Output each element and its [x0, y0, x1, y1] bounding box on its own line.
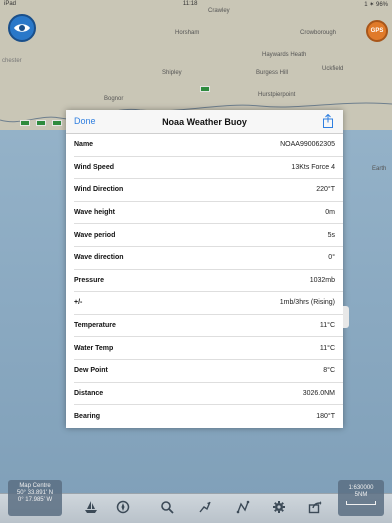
detail-value: 1032mb [309, 276, 335, 284]
detail-row-name: Name NOAA990062305 [74, 134, 343, 157]
detail-row-distance: Distance 3026.0NM [74, 383, 343, 406]
detail-row-pressure: Pressure 1032mb [74, 270, 343, 293]
detail-label: Distance [74, 389, 104, 397]
map-centre-lon: 0° 17.985' W [17, 497, 53, 503]
road-sign [52, 120, 62, 126]
map-centre-title: Map Centre [19, 483, 51, 489]
buoy-info-dialog: Done Noaa Weather Buoy Name NOAA99006230… [66, 110, 343, 428]
route-icon [199, 501, 211, 513]
status-carrier: iPad [4, 1, 17, 7]
detail-value: 3026.0NM [302, 389, 335, 397]
road-sign [36, 120, 46, 126]
detail-label: Wave period [74, 231, 116, 239]
done-button[interactable]: Done [74, 116, 96, 126]
share-icon [308, 501, 322, 514]
map-label: chester [2, 58, 22, 64]
detail-value: 1mb/3hrs (Rising) [279, 299, 335, 307]
panel-drag-handle[interactable] [343, 306, 349, 328]
detail-row-wind-direction: Wind Direction 220°T [74, 179, 343, 202]
search-button[interactable] [158, 498, 176, 516]
track-button[interactable] [234, 498, 252, 516]
settings-icon [273, 501, 285, 513]
gps-label: GPS [370, 28, 384, 34]
detail-value: 13Kts Force 4 [291, 163, 335, 171]
compass-button[interactable] [114, 498, 132, 516]
detail-label: Wind Direction [74, 186, 124, 194]
gps-button[interactable]: GPS [366, 20, 388, 42]
detail-label: Bearing [74, 412, 101, 420]
compass-icon [116, 500, 130, 514]
detail-row-dew-point: Dew Point 8°C [74, 360, 343, 383]
dialog-header: Done Noaa Weather Buoy [66, 110, 343, 134]
map-centre-lat: 50° 33.891' N [16, 490, 54, 496]
detail-label: Water Temp [74, 344, 114, 352]
detail-value: 180°T [316, 412, 335, 420]
map-label: Bognor [104, 96, 124, 102]
status-bar: iPad 11:18 1 ✶ 96% [0, 0, 392, 10]
detail-label: Wave direction [74, 254, 124, 262]
detail-value: 11°C [319, 322, 335, 330]
status-time: 11:18 [182, 1, 198, 7]
scale-bar [346, 501, 376, 505]
settings-button[interactable] [270, 498, 288, 516]
export-button[interactable] [306, 498, 324, 516]
buoy-details-list: Name NOAA990062305 Wind Speed 13Kts Forc… [66, 134, 343, 428]
detail-value: 0m [325, 209, 335, 217]
detail-row-wind-speed: Wind Speed 13Kts Force 4 [74, 157, 343, 180]
detail-value: 8°C [323, 367, 335, 375]
detail-row-pressure-trend: +/- 1mb/3hrs (Rising) [74, 292, 343, 315]
share-icon[interactable] [322, 114, 334, 128]
dialog-title: Noaa Weather Buoy [162, 116, 247, 127]
boat-button[interactable] [82, 498, 100, 516]
map-label: Uckfield [322, 66, 344, 72]
detail-label: Dew Point [74, 367, 108, 375]
detail-row-bearing: Bearing 180°T [74, 405, 343, 428]
detail-row-temperature: Temperature 11°C [74, 315, 343, 338]
scale-distance: 5NM [354, 492, 368, 498]
detail-value: 220°T [316, 186, 335, 194]
map-label: Hurstpierpoint [258, 92, 296, 98]
detail-row-wave-period: Wave period 5s [74, 224, 343, 247]
map-label: Earth [372, 166, 387, 172]
detail-value: 0° [328, 254, 335, 262]
status-battery: 1 ✶ 96% [364, 2, 388, 8]
detail-label: +/- [74, 299, 83, 307]
detail-row-wave-direction: Wave direction 0° [74, 247, 343, 270]
detail-label: Name [74, 141, 94, 149]
detail-row-water-temp: Water Temp 11°C [74, 337, 343, 360]
detail-label: Wave height [74, 209, 115, 217]
map-label: Burgess Hill [256, 70, 289, 76]
map-label: Haywards Heath [262, 52, 307, 58]
detail-label: Pressure [74, 276, 104, 284]
boat-icon [85, 501, 97, 513]
detail-row-wave-height: Wave height 0m [74, 202, 343, 225]
search-icon [161, 501, 174, 514]
road-sign [200, 86, 210, 92]
layers-eye-button[interactable] [8, 14, 36, 42]
detail-value: 11°C [319, 344, 335, 352]
detail-value: NOAA990062305 [280, 141, 335, 149]
map-label: Crowborough [300, 30, 337, 36]
road-sign [20, 120, 30, 126]
map-centre-readout: Map Centre 50° 33.891' N 0° 17.985' W [8, 480, 62, 516]
eye-icon [14, 24, 30, 32]
map-label: Horsham [175, 30, 200, 36]
map-label: Shipley [162, 70, 182, 76]
scale-readout: 1:630000 5NM [338, 480, 384, 516]
track-icon [236, 500, 250, 514]
detail-label: Temperature [74, 322, 116, 330]
scale-ratio: 1:630000 [348, 485, 374, 491]
detail-value: 5s [327, 231, 335, 239]
route-button[interactable] [196, 498, 214, 516]
detail-label: Wind Speed [74, 163, 114, 171]
